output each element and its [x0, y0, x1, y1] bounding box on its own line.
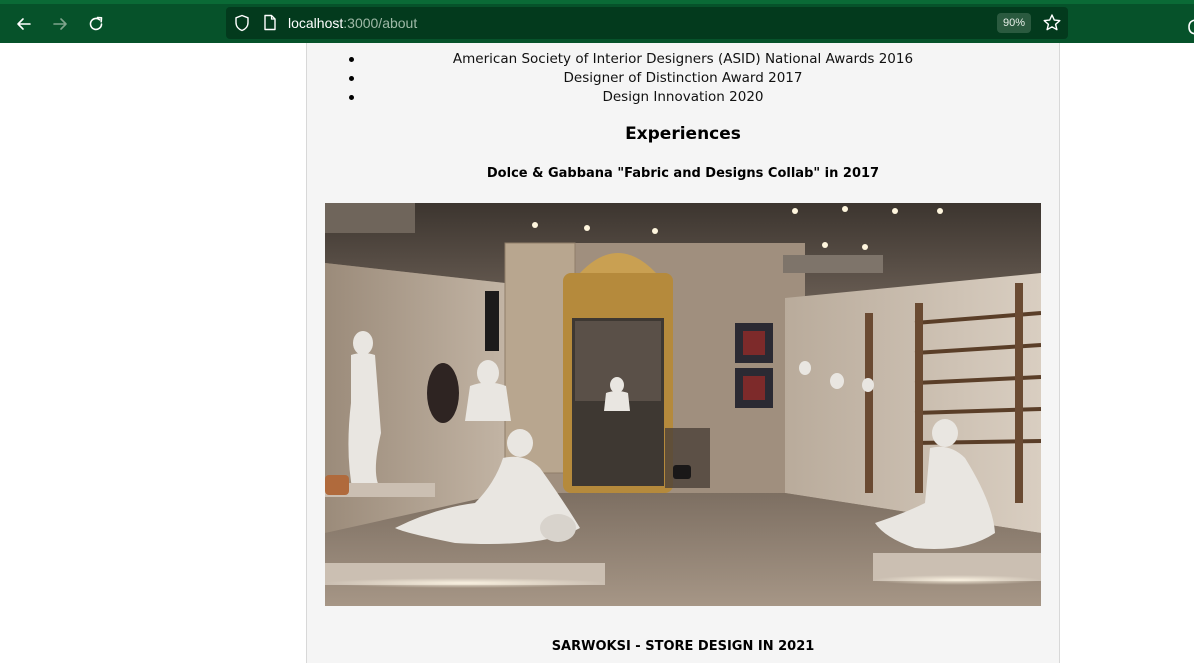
url-host: localhost	[288, 15, 344, 31]
experience-title: SARWOKSI - STORE DESIGN IN 2021	[551, 639, 815, 654]
browser-toolbar: localhost:3000/about 90%	[0, 0, 1194, 43]
about-content-panel: American Society of Interior Designers (…	[306, 43, 1060, 663]
star-icon[interactable]	[1042, 13, 1062, 33]
back-button[interactable]	[10, 10, 38, 38]
store-interior-photo	[325, 203, 1041, 606]
back-arrow-icon	[17, 18, 31, 30]
address-bar[interactable]: localhost:3000/about 90%	[226, 7, 1068, 39]
shield-icon[interactable]	[234, 14, 250, 32]
awards-list: American Society of Interior Designers (…	[307, 50, 1059, 107]
forward-button[interactable]	[46, 10, 74, 38]
experience-title: Dolce & Gabbana "Fabric and Designs Coll…	[486, 166, 880, 181]
url-text[interactable]: localhost:3000/about	[288, 14, 417, 32]
url-path: :3000/about	[343, 15, 418, 31]
extensions-icon[interactable]	[1188, 18, 1194, 36]
reload-icon	[89, 16, 103, 31]
award-item: American Society of Interior Designers (…	[307, 50, 1059, 69]
experiences-heading: Experiences	[625, 124, 741, 144]
page-viewport[interactable]: American Society of Interior Designers (…	[0, 43, 1194, 663]
forward-arrow-icon	[53, 18, 67, 30]
award-item: Designer of Distinction Award 2017	[307, 69, 1059, 88]
zoom-badge[interactable]: 90%	[997, 13, 1031, 33]
award-item: Design Innovation 2020	[307, 88, 1059, 107]
page-icon[interactable]	[263, 14, 277, 31]
reload-button[interactable]	[82, 10, 110, 38]
